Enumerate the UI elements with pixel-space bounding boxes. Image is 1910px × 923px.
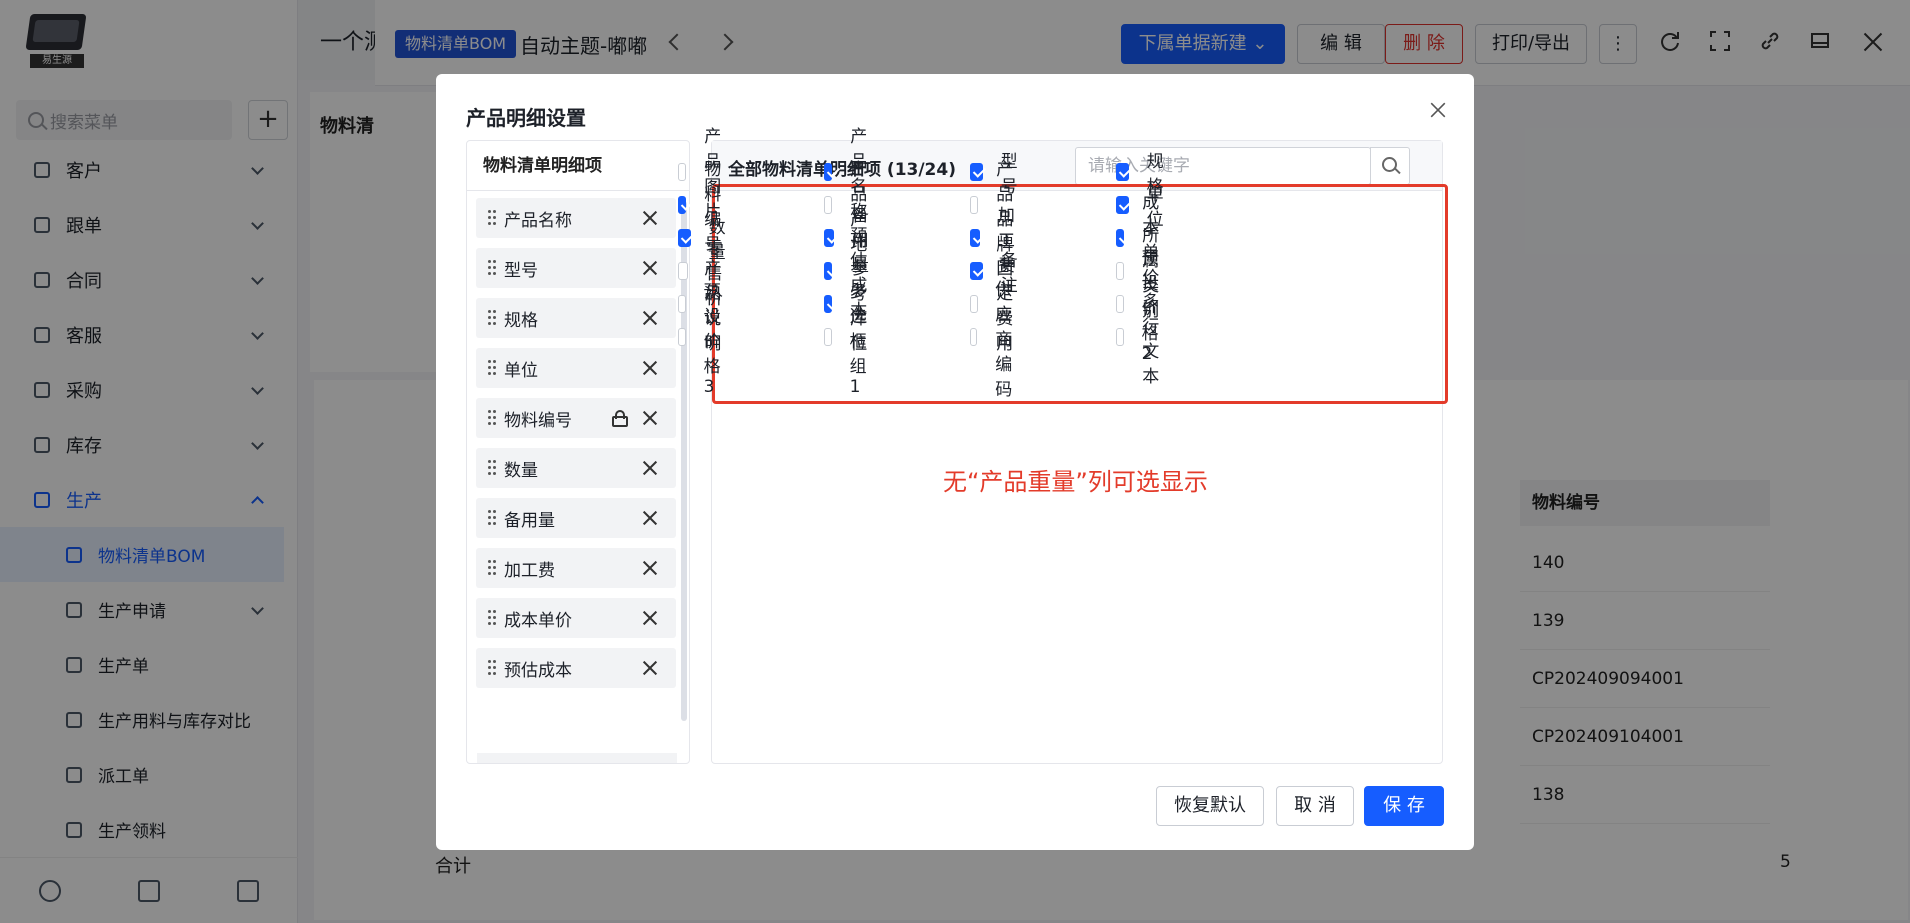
save-button[interactable]: 保 存 (1364, 786, 1444, 826)
column-option[interactable]: 供应商编码 (970, 280, 1023, 400)
checkbox-unchecked[interactable] (824, 196, 833, 214)
selected-column-chip[interactable]: 加工费 (476, 548, 676, 588)
highlight-box (712, 184, 1448, 404)
remove-icon[interactable] (640, 558, 660, 578)
chip-label: 成本单价 (504, 610, 572, 631)
checkbox-unchecked[interactable] (678, 262, 688, 280)
checkbox-unchecked[interactable] (1116, 328, 1125, 346)
checkbox-unchecked[interactable] (970, 196, 979, 214)
chip-label: 备用量 (504, 510, 555, 531)
chip-label: 规格 (504, 310, 538, 331)
selected-column-chip[interactable]: 数量 (476, 448, 676, 488)
checkbox-unchecked[interactable] (1116, 295, 1124, 313)
remove-icon[interactable] (640, 308, 660, 328)
column-option[interactable]: 多选框组1 (824, 282, 877, 397)
drag-handle-icon[interactable] (488, 210, 496, 226)
drag-handle-icon[interactable] (488, 560, 496, 576)
checkbox-checked[interactable] (970, 262, 983, 280)
checkbox-checked[interactable] (1116, 196, 1129, 214)
checkbox-unchecked[interactable] (678, 163, 687, 181)
drag-handle-icon[interactable] (488, 460, 496, 476)
checkbox-unchecked[interactable] (970, 295, 979, 313)
checkbox-unchecked[interactable] (824, 328, 832, 346)
keyword-search-button[interactable] (1370, 147, 1410, 185)
annotation-note: 无“产品重量”列可选显示 (943, 468, 1208, 496)
cancel-button[interactable]: 取 消 (1276, 786, 1354, 826)
selected-column-chip[interactable]: 预估成本 (476, 648, 676, 688)
remove-icon[interactable] (640, 358, 660, 378)
checkbox-checked[interactable] (824, 262, 833, 280)
remove-icon[interactable] (640, 408, 660, 428)
remove-icon[interactable] (640, 258, 660, 278)
checkbox-checked[interactable] (1116, 163, 1129, 181)
drag-handle-icon[interactable] (488, 260, 496, 276)
column-option[interactable]: 预设价格3 (678, 282, 731, 397)
checkbox-checked[interactable] (1116, 229, 1125, 247)
chip-label: 物料编号 (504, 410, 572, 431)
selected-column-chip[interactable]: 产品名称 (476, 198, 676, 238)
selected-column-chip[interactable]: 单位 (476, 348, 676, 388)
drag-handle-icon[interactable] (488, 310, 496, 326)
chip-label: 加工费 (504, 560, 555, 581)
option-label: 预设价格3 (703, 282, 721, 397)
option-label: 供应商编码 (995, 279, 1013, 400)
checkbox-checked[interactable] (824, 163, 833, 181)
drag-handle-icon[interactable] (488, 360, 496, 376)
selected-column-chip[interactable]: 规格 (476, 298, 676, 338)
reset-default-button[interactable]: 恢复默认 (1156, 786, 1264, 826)
chip-label: 产品名称 (504, 210, 572, 231)
option-label: 多选框组1 (849, 282, 867, 397)
chip-label: 数量 (504, 460, 538, 481)
chip-label: 单位 (504, 360, 538, 381)
remove-icon[interactable] (640, 508, 660, 528)
selected-column-chip[interactable]: 物料编号 (476, 398, 676, 438)
dialog-close-icon[interactable] (1428, 100, 1447, 119)
checkbox-unchecked[interactable] (1116, 262, 1125, 280)
remove-icon[interactable] (640, 208, 660, 228)
remove-icon[interactable] (640, 458, 660, 478)
checkbox-unchecked[interactable] (678, 295, 687, 313)
drag-handle-icon[interactable] (488, 610, 496, 626)
checkbox-checked[interactable] (824, 229, 834, 247)
selected-column-chip[interactable]: 备用量 (476, 498, 676, 538)
checkbox-unchecked[interactable] (678, 328, 686, 346)
search-icon (1382, 157, 1397, 172)
product-detail-settings-dialog: 产品明细设置 物料清单明细项 产品名称型号规格单位物料编号数量备用量加工费成本单… (436, 74, 1474, 850)
chip-label: 型号 (504, 260, 538, 281)
checkbox-checked[interactable] (824, 295, 833, 313)
drag-handle-icon[interactable] (488, 410, 496, 426)
selected-column-chip[interactable]: 成本单价 (476, 598, 676, 638)
checkbox-unchecked[interactable] (970, 328, 978, 346)
checkbox-checked[interactable] (970, 163, 983, 181)
checkbox-checked[interactable] (970, 229, 980, 247)
selected-columns-list: 产品名称型号规格单位物料编号数量备用量加工费成本单价预估成本备注 (476, 198, 676, 698)
chip-label: 预估成本 (504, 660, 572, 681)
remove-icon[interactable] (640, 658, 660, 678)
unlock-icon[interactable] (612, 410, 628, 427)
selected-column-chip[interactable]: 型号 (476, 248, 676, 288)
option-label: 多行文本 (1142, 292, 1160, 387)
dialog-title: 产品明细设置 (466, 106, 586, 130)
remove-icon[interactable] (640, 608, 660, 628)
column-option[interactable]: 多行文本 (1116, 292, 1169, 387)
drag-handle-icon[interactable] (488, 660, 496, 676)
checkbox-checked[interactable] (678, 196, 687, 214)
drag-handle-icon[interactable] (488, 510, 496, 526)
selected-columns-header: 物料清单明细项 (467, 141, 689, 191)
checkbox-checked[interactable] (678, 229, 691, 247)
